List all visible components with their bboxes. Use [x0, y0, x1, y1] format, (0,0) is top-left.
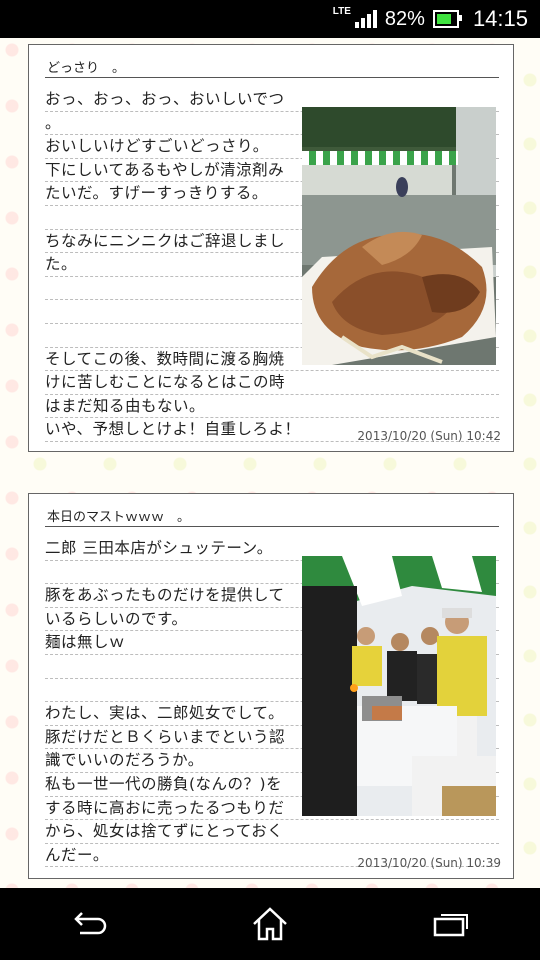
post-date: 2013/10/20 (Sun) 10:39	[357, 856, 501, 870]
clock: 14:15	[472, 6, 528, 31]
battery-percent: 82%	[384, 7, 425, 30]
home-button[interactable]	[240, 899, 300, 949]
post-text-line: けに苦しむことになるとはこの時	[45, 371, 499, 395]
back-button[interactable]	[60, 899, 120, 949]
blog-post-2: 本日のマストｗｗｗ 。 二郎 三田本店がシュッテーン。 豚をあぶったものだけを提供…	[28, 493, 514, 879]
signal-icon	[353, 10, 377, 28]
post-text-line: はまだ知る由もない。	[45, 395, 499, 419]
navigation-bar	[0, 888, 540, 960]
post-photo-grilled-pork[interactable]	[302, 107, 496, 365]
blog-post-1: どっさり 。 おっ、おっ、おっ、おいしいでつ。おいしいけどすごいどっさり。 下にし…	[28, 44, 514, 452]
home-icon	[253, 907, 287, 941]
back-icon	[74, 912, 107, 935]
battery-icon	[432, 10, 462, 28]
post-text-line: から、処女は捨てずにとっておく	[45, 820, 499, 844]
recent-apps-button[interactable]	[420, 899, 480, 949]
post-photo-food-stall[interactable]	[302, 556, 496, 816]
recent-apps-icon	[433, 914, 468, 937]
post-date: 2013/10/20 (Sun) 10:42	[357, 429, 501, 443]
post-title[interactable]: どっさり 。	[45, 57, 499, 78]
status-bar: LTE 82% 14:15	[0, 0, 540, 38]
post-title[interactable]: 本日のマストｗｗｗ 。	[45, 506, 499, 527]
network-type: LTE	[332, 5, 351, 17]
